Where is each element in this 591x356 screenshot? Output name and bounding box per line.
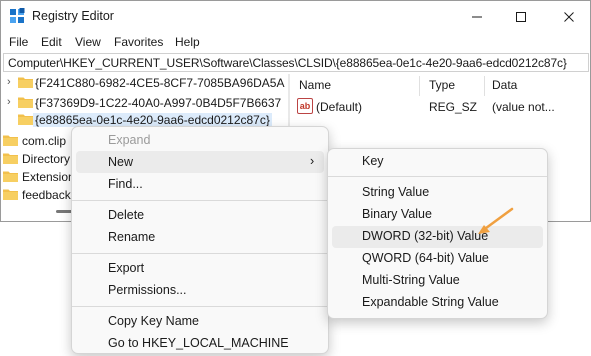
tree-item-label: Directory bbox=[22, 152, 71, 166]
tree-item-label: {F241C880-6982-4CE5-8CF7-7085BA96DA5A bbox=[35, 76, 285, 90]
submenu-item-binary-value[interactable]: Binary Value bbox=[362, 207, 432, 221]
menu-view[interactable]: View bbox=[75, 35, 101, 49]
tree-item-label: com.clip bbox=[22, 134, 67, 148]
maximize-icon bbox=[516, 11, 526, 22]
column-divider[interactable] bbox=[484, 76, 485, 96]
chevron-right-icon[interactable]: › bbox=[7, 76, 11, 88]
annotation-arrow-icon bbox=[478, 207, 514, 234]
window-title: Registry Editor bbox=[32, 9, 114, 23]
menu-item-permissions[interactable]: Permissions... bbox=[108, 283, 187, 297]
tree-item-label: feedback bbox=[22, 188, 71, 202]
registry-editor-icon bbox=[10, 8, 25, 23]
folder-icon bbox=[3, 189, 18, 200]
menu-item-new[interactable]: New bbox=[108, 155, 133, 169]
menu-item-copy-key-name[interactable]: Copy Key Name bbox=[108, 314, 199, 328]
minimize-icon bbox=[472, 16, 482, 17]
menu-file[interactable]: File bbox=[9, 35, 28, 49]
chevron-right-icon[interactable]: › bbox=[7, 96, 11, 108]
submenu-item-key[interactable]: Key bbox=[362, 154, 384, 168]
submenu-item-string-value[interactable]: String Value bbox=[362, 185, 429, 199]
submenu-item-expandable-string-value[interactable]: Expandable String Value bbox=[362, 295, 499, 309]
folder-icon bbox=[3, 153, 18, 164]
column-header-name[interactable]: Name bbox=[299, 78, 331, 92]
menu-separator bbox=[72, 253, 328, 254]
menu-separator bbox=[72, 306, 328, 307]
folder-icon bbox=[3, 135, 18, 146]
menu-help[interactable]: Help bbox=[175, 35, 200, 49]
column-divider[interactable] bbox=[419, 76, 420, 96]
menu-item-expand[interactable]: Expand bbox=[108, 133, 150, 147]
maximize-button[interactable] bbox=[498, 1, 544, 32]
minimize-button[interactable] bbox=[454, 1, 500, 32]
close-icon bbox=[564, 11, 574, 22]
submenu-item-qword-value[interactable]: QWORD (64-bit) Value bbox=[362, 251, 489, 265]
tree-item[interactable]: › {F37369D9-1C22-40A0-A997-0B4D5F7B6637 bbox=[1, 94, 288, 112]
folder-open-icon bbox=[18, 114, 33, 125]
menu-item-rename[interactable]: Rename bbox=[108, 230, 155, 244]
string-value-icon: ab bbox=[297, 98, 313, 114]
menu-favorites[interactable]: Favorites bbox=[114, 35, 163, 49]
column-header-data[interactable]: Data bbox=[492, 78, 517, 92]
address-bar[interactable]: Computer\HKEY_CURRENT_USER\Software\Clas… bbox=[3, 53, 589, 72]
value-data: (value not... bbox=[492, 100, 555, 114]
tree-item[interactable]: › {F241C880-6982-4CE5-8CF7-7085BA96DA5A bbox=[1, 74, 288, 92]
tree-item-label: {e88865ea-0e1c-4e20-9aa6-edcd0212c87c} bbox=[33, 113, 272, 127]
menu-item-export[interactable]: Export bbox=[108, 261, 144, 275]
value-type: REG_SZ bbox=[429, 100, 478, 114]
tree-item-label: Extension bbox=[22, 170, 75, 184]
title-bar: Registry Editor bbox=[1, 1, 590, 32]
menu-item-find[interactable]: Find... bbox=[108, 177, 143, 191]
tree-item-label: {F37369D9-1C22-40A0-A997-0B4D5F7B6637 bbox=[35, 96, 282, 110]
submenu-item-multi-string-value[interactable]: Multi-String Value bbox=[362, 273, 460, 287]
chevron-right-icon: › bbox=[310, 154, 315, 168]
folder-icon bbox=[3, 171, 18, 182]
menu-separator bbox=[72, 200, 328, 201]
menu-separator bbox=[328, 176, 547, 177]
context-menu: Expand New › Find... Delete Rename Expor… bbox=[71, 126, 329, 354]
close-button[interactable] bbox=[546, 1, 590, 32]
value-name[interactable]: (Default) bbox=[316, 100, 362, 114]
menu-edit[interactable]: Edit bbox=[41, 35, 62, 49]
menu-item-goto-hklm[interactable]: Go to HKEY_LOCAL_MACHINE bbox=[108, 336, 289, 350]
menu-item-delete[interactable]: Delete bbox=[108, 208, 144, 222]
folder-icon bbox=[18, 77, 33, 88]
menu-bar: File Edit View Favorites Help bbox=[1, 32, 590, 52]
column-header-type[interactable]: Type bbox=[429, 78, 455, 92]
folder-icon bbox=[18, 97, 33, 108]
